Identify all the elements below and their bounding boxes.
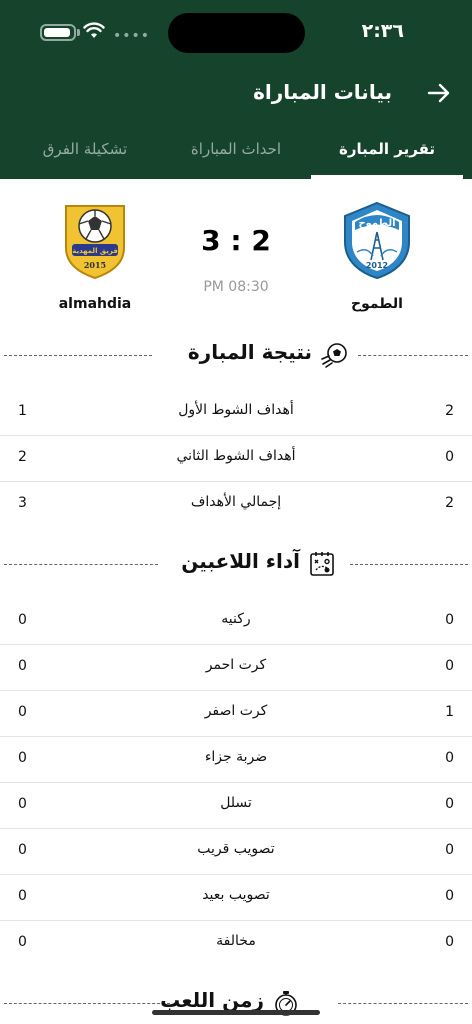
- stat-away-value: 3: [18, 495, 27, 511]
- stat-label: تصويب قريب: [197, 841, 275, 857]
- away-team[interactable]: فريق المهدية 2015 almahdia: [30, 200, 160, 312]
- home-team-logo: الطموح 2012: [344, 201, 410, 280]
- stat-home-value: 1: [445, 704, 454, 720]
- stat-away-value: 0: [18, 612, 27, 628]
- stat-home-value: 2: [445, 495, 454, 511]
- players-stats-list: 0 ركنيه 0 0 كرت احمر 0 1 كرت اصفر 0 0 ضر…: [0, 599, 472, 967]
- stat-away-value: 0: [18, 704, 27, 720]
- result-section-header: نتيجة المبارة: [0, 338, 472, 372]
- result-section-title: نتيجة المبارة: [187, 340, 312, 364]
- playtime-section-title: زمن اللعب: [160, 988, 264, 1012]
- stat-label: ركنيه: [221, 611, 251, 627]
- stat-away-value: 0: [18, 934, 27, 950]
- soccer-ball-icon: [321, 343, 347, 368]
- stat-home-value: 0: [445, 796, 454, 812]
- divider-left: [4, 355, 152, 356]
- stat-row: 0 مخالفة 0: [0, 921, 472, 967]
- divider-left: [4, 564, 158, 565]
- stat-row: 0 تصويب قريب 0: [0, 829, 472, 875]
- away-team-logo: فريق المهدية 2015: [65, 205, 125, 280]
- stat-home-value: 0: [445, 612, 454, 628]
- stat-away-value: 0: [18, 750, 27, 766]
- app-header: ٢:٣٦ •••• بيانات المباراة تقرير المبارة …: [0, 0, 472, 179]
- stat-home-value: 0: [445, 449, 454, 465]
- stat-row: 2 إجمالي الأهداف 3: [0, 482, 472, 528]
- stat-row: 1 كرت اصفر 0: [0, 691, 472, 737]
- divider-left: [4, 1003, 170, 1004]
- stat-home-value: 0: [445, 888, 454, 904]
- match-score: 3 : 2: [201, 224, 271, 257]
- svg-text:الطموح: الطموح: [358, 218, 395, 229]
- back-arrow-icon[interactable]: [426, 80, 452, 106]
- stat-row: 0 كرت احمر 0: [0, 645, 472, 691]
- stat-row: 2 أهداف الشوط الأول 1: [0, 390, 472, 436]
- stat-away-value: 2: [18, 449, 27, 465]
- stat-label: أهداف الشوط الثاني: [176, 448, 296, 464]
- active-tab-indicator: [311, 175, 463, 179]
- divider-right: [358, 355, 468, 356]
- divider-right: [338, 1003, 468, 1004]
- cellular-signal-icon: ••••: [113, 28, 151, 44]
- stat-label: إجمالي الأهداف: [190, 494, 282, 510]
- tab-bar: تقرير المبارة احداث المباراة تشكيلة الفر…: [0, 128, 472, 179]
- svg-text:2015: 2015: [84, 260, 106, 270]
- players-section-header: آداء اللاعبين: [0, 547, 472, 581]
- battery-cap: [77, 29, 80, 36]
- stat-row: 0 أهداف الشوط الثاني 2: [0, 436, 472, 482]
- stat-label: أهداف الشوط الأول: [178, 402, 294, 418]
- players-section-title: آداء اللاعبين: [181, 549, 300, 573]
- stat-away-value: 0: [18, 888, 27, 904]
- stat-label: كرت اصفر: [204, 703, 268, 719]
- stat-label: ضربة جزاء: [204, 749, 268, 765]
- stat-row: 0 تصويب بعيد 0: [0, 875, 472, 921]
- tab-match-events[interactable]: احداث المباراة: [160, 128, 312, 179]
- match-time: PM 08:30: [203, 279, 269, 295]
- home-team-name: الطموح: [351, 296, 403, 312]
- divider-right: [350, 564, 468, 565]
- stat-home-value: 0: [445, 658, 454, 674]
- stat-row: 0 تسلل 0: [0, 783, 472, 829]
- tactics-board-icon: [310, 552, 334, 576]
- home-team[interactable]: الطموح 2012 الطموح: [312, 200, 442, 312]
- svg-text:2012: 2012: [366, 261, 388, 270]
- stat-label: تصويب بعيد: [202, 887, 270, 903]
- stat-home-value: 2: [445, 403, 454, 419]
- stat-away-value: 0: [18, 796, 27, 812]
- tab-team-lineup[interactable]: تشكيلة الفرق: [10, 128, 160, 179]
- stat-label: كرت احمر: [205, 657, 267, 673]
- stat-away-value: 0: [18, 842, 27, 858]
- stat-row: 0 ضربة جزاء 0: [0, 737, 472, 783]
- result-stats-list: 2 أهداف الشوط الأول 1 0 أهداف الشوط الثا…: [0, 390, 472, 528]
- stat-home-value: 0: [445, 750, 454, 766]
- stat-row: 0 ركنيه 0: [0, 599, 472, 645]
- home-indicator[interactable]: [152, 1010, 320, 1015]
- stat-away-value: 0: [18, 658, 27, 674]
- away-team-name: almahdia: [58, 296, 132, 312]
- stat-home-value: 0: [445, 934, 454, 950]
- dynamic-island: [168, 13, 305, 53]
- stat-label: تسلل: [220, 795, 252, 811]
- stat-away-value: 1: [18, 403, 27, 419]
- tab-match-report[interactable]: تقرير المبارة: [311, 128, 463, 179]
- wifi-icon: [83, 22, 105, 38]
- status-bar: ٢:٣٦ ••••: [0, 0, 472, 64]
- title-bar: بيانات المباراة: [0, 72, 472, 112]
- battery-icon: [40, 24, 76, 41]
- status-time: ٢:٣٦: [361, 20, 404, 42]
- stat-home-value: 0: [445, 842, 454, 858]
- svg-text:فريق المهدية: فريق المهدية: [72, 247, 118, 255]
- page-title: بيانات المباراة: [253, 80, 392, 104]
- stat-label: مخالفة: [216, 933, 256, 949]
